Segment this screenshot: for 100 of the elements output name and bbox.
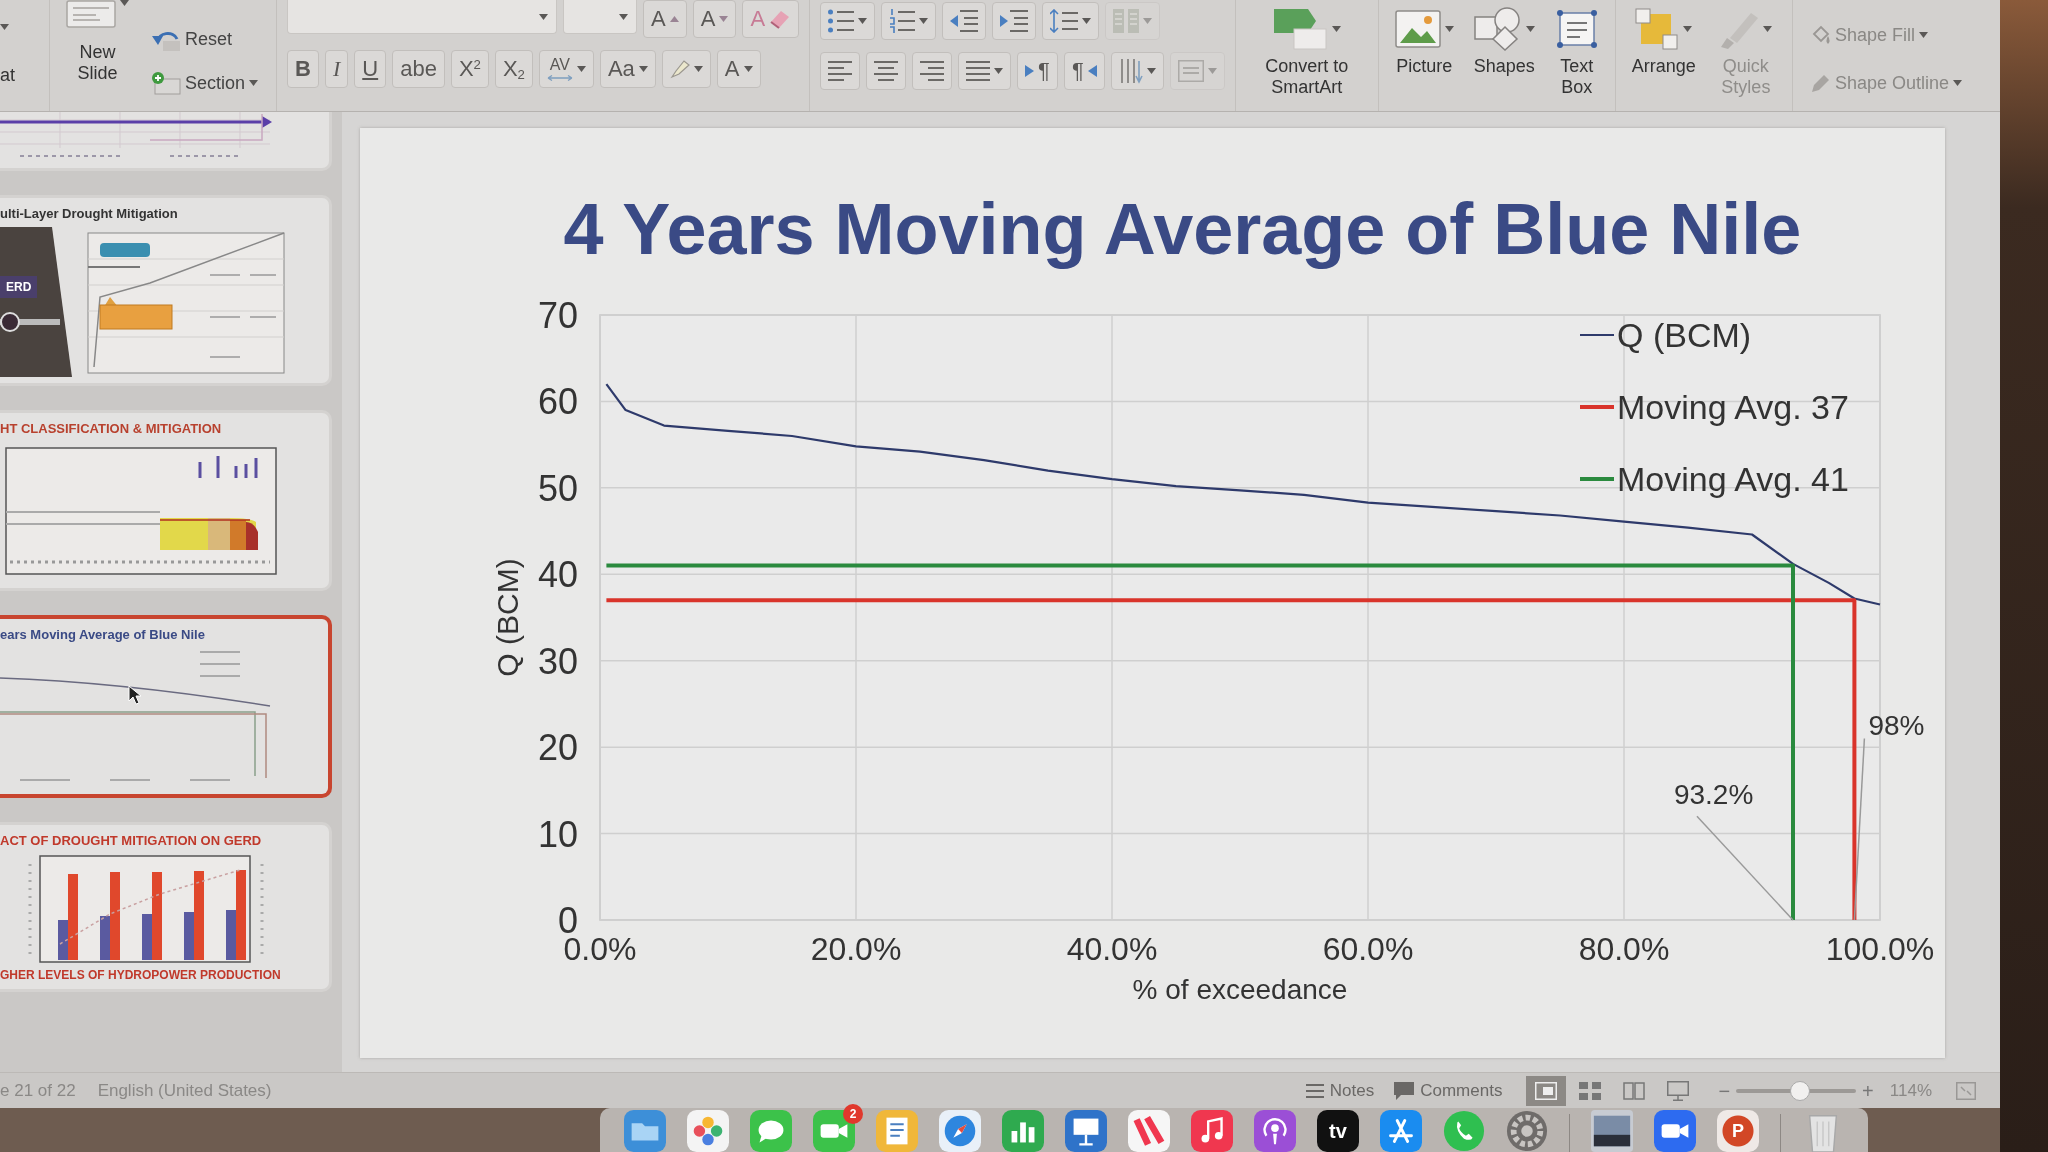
slide-thumbnail[interactable]: ears Moving Average of Blue Nile — [0, 614, 332, 798]
presentation-icon[interactable] — [1065, 1110, 1107, 1152]
video-camera-icon[interactable] — [1654, 1110, 1696, 1152]
zoom-slider-thumb[interactable] — [1789, 1080, 1810, 1101]
slide-thumbnail[interactable]: ulti-Layer Drought Mitigation ERD — [0, 195, 332, 386]
columns-icon — [1113, 9, 1140, 33]
subscript-button[interactable]: X$_{2}$ — [494, 50, 533, 88]
underline-button[interactable]: U — [354, 50, 387, 88]
convert-to-smartart-button[interactable]: Convert to SmartArt — [1245, 0, 1368, 102]
crossed-strokes-icon[interactable] — [1380, 1110, 1422, 1152]
caret-icon — [1146, 68, 1156, 74]
justify-button[interactable] — [958, 52, 1012, 90]
picture-button[interactable]: Picture — [1388, 0, 1460, 81]
new-slide-button[interactable]: New Slide — [60, 0, 135, 88]
caret-icon — [1952, 80, 1962, 86]
flower-icon[interactable] — [687, 1110, 729, 1152]
down-triangle-icon — [719, 16, 729, 22]
slide-thumbnail[interactable]: HT CLASSIFICATION & MITIGATION — [0, 409, 332, 591]
caret-icon — [539, 13, 549, 20]
paint-bucket-icon — [1810, 24, 1831, 46]
caret-icon — [1332, 26, 1342, 32]
slide-title: 4 Years Moving Average of Blue Nile — [563, 190, 1802, 270]
decrease-indent-button[interactable] — [942, 2, 987, 40]
superscript-button[interactable]: X$^{2}$ — [450, 50, 489, 88]
normal-view-button[interactable] — [1526, 1075, 1567, 1106]
text-box-button[interactable]: Text Box — [1548, 0, 1605, 102]
folder-icon[interactable] — [624, 1110, 666, 1152]
line-spacing-button[interactable] — [1042, 2, 1100, 40]
align-left-button[interactable] — [820, 52, 861, 90]
photo-thumbnail-icon[interactable] — [1591, 1110, 1633, 1152]
picture-icon — [1394, 10, 1441, 48]
music-note-icon[interactable] — [1191, 1110, 1233, 1152]
numbering-button[interactable] — [881, 2, 937, 40]
section-button[interactable]: Section — [143, 66, 267, 100]
numbered-list-icon — [889, 9, 916, 33]
document-icon[interactable] — [876, 1110, 918, 1152]
right-to-left-button[interactable]: ¶ — [1063, 52, 1105, 90]
axis-tick-label: 20.0% — [810, 931, 902, 968]
gear-icon[interactable] — [1506, 1110, 1548, 1152]
align-center-button[interactable] — [866, 52, 907, 90]
text-direction-button[interactable] — [1110, 52, 1164, 90]
font-color-button[interactable]: A — [716, 50, 761, 88]
axis-tick-label: 20 — [537, 727, 578, 769]
pointer-cursor-icon — [128, 684, 142, 705]
grow-font-button[interactable]: A — [643, 0, 687, 38]
shapes-button[interactable]: Shapes — [1467, 0, 1541, 81]
caret-icon — [638, 66, 648, 72]
justify-icon — [966, 61, 991, 81]
caret-icon — [1207, 68, 1217, 74]
axis-tick-label: 50 — [537, 468, 578, 510]
thumbnail-title: ears Moving Average of Blue Nile — [0, 626, 206, 644]
zoom-in-button[interactable]: + — [1856, 1080, 1880, 1101]
arrange-button[interactable]: Arrange — [1625, 0, 1702, 81]
thumbnail-footer: GHER LEVELS OF HYDROPOWER PRODUCTION — [0, 967, 321, 984]
strikethrough-button[interactable]: abe — [392, 50, 445, 88]
caret-icon — [1763, 26, 1773, 32]
legend-label: Moving Avg. 41 — [1617, 460, 1849, 499]
reading-view-icon — [1623, 1081, 1646, 1100]
change-case-button[interactable]: Aa — [599, 50, 656, 88]
italic-button[interactable]: I — [324, 50, 349, 88]
section-icon — [151, 71, 181, 95]
caret-icon — [919, 18, 929, 24]
axis-tick-label: 80.0% — [1578, 931, 1670, 968]
notes-button[interactable]: Notes — [1295, 1075, 1385, 1106]
slide-thumbnail[interactable] — [0, 112, 332, 171]
compass-icon[interactable] — [939, 1110, 981, 1152]
axis-tick-label: 30 — [537, 640, 578, 682]
zoom-out-button[interactable]: − — [1712, 1080, 1737, 1101]
eraser-icon — [769, 9, 792, 29]
bold-button[interactable]: B — [287, 50, 319, 88]
right-arrow-icon — [1025, 65, 1035, 77]
axis-tick-label: 70 — [537, 295, 578, 337]
phone-bubble-icon[interactable] — [1443, 1110, 1485, 1152]
slide-counter: e 21 of 22 — [0, 1079, 76, 1102]
align-center-icon — [874, 61, 899, 81]
caret-icon — [619, 13, 629, 20]
presentation-app-icon[interactable]: P — [1717, 1110, 1759, 1152]
text-box-icon — [1555, 9, 1598, 49]
annotation-label: 93.2% — [1673, 779, 1754, 811]
bar-chart-icon[interactable] — [1002, 1110, 1044, 1152]
axis-tick-label: 40.0% — [1066, 931, 1158, 968]
slide-thumbnail[interactable]: ACT OF DROUGHT MITIGATION ON GERD GHER LEVELS OF HYDROPOWER PRODUCTION — [0, 821, 332, 993]
podcast-icon[interactable] — [1254, 1110, 1296, 1152]
zoom-percentage: 114% — [1889, 1079, 1932, 1102]
caret-icon — [0, 24, 9, 30]
tv-app-icon[interactable]: tv — [1317, 1110, 1359, 1152]
shrink-font-button[interactable]: A — [692, 0, 737, 38]
character-spacing-button[interactable]: AV — [538, 50, 594, 88]
video-camera-icon[interactable] — [813, 1110, 855, 1152]
left-to-right-button[interactable]: ¶ — [1017, 52, 1058, 90]
double-arrow-icon — [546, 75, 573, 81]
comments-button[interactable]: Comments — [1384, 1075, 1513, 1106]
diagonal-stripes-icon[interactable] — [1128, 1110, 1170, 1152]
align-right-button[interactable] — [912, 52, 953, 90]
highlight-button[interactable] — [661, 50, 711, 88]
chat-bubble-icon[interactable] — [750, 1110, 792, 1152]
caret-icon — [1525, 26, 1535, 32]
reset-button[interactable]: Reset — [143, 22, 267, 56]
increase-indent-button[interactable] — [992, 2, 1037, 40]
bullets-button[interactable] — [820, 2, 876, 40]
